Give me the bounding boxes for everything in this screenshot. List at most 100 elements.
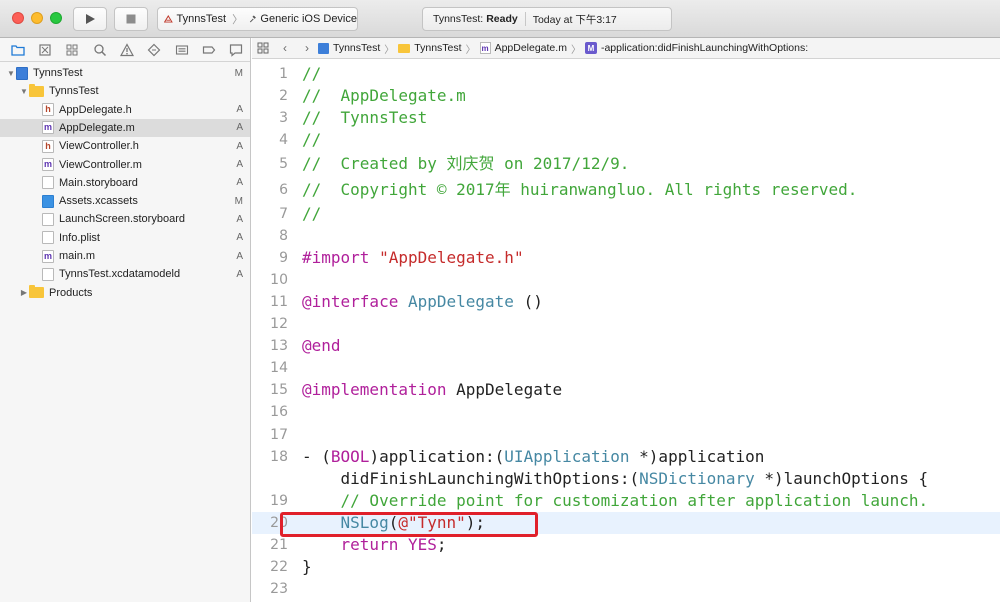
search-icon [93, 43, 106, 56]
crumb-method[interactable]: M -application:didFinishLaunchingWithOpt… [584, 42, 808, 54]
file-tree-item[interactable]: m ViewController.m A [0, 156, 250, 174]
code-text: // Copyright © 2017年 huiranwangluo. All … [302, 179, 857, 201]
tab-test-navigator[interactable] [141, 40, 168, 60]
code-line[interactable]: 3 // TynnsTest [252, 107, 1000, 129]
line-number[interactable]: 5 [252, 153, 288, 175]
file-tree-item[interactable]: ▼ TynnsTest [0, 82, 250, 100]
related-items-button[interactable] [252, 38, 274, 58]
line-number[interactable]: 10 [252, 269, 288, 291]
code-line[interactable]: 23 [252, 578, 1000, 600]
code-line[interactable]: 15 @implementation AppDelegate [252, 379, 1000, 401]
tab-issue-navigator[interactable] [113, 40, 140, 60]
line-number[interactable]: 14 [252, 357, 288, 379]
tab-debug-navigator[interactable] [168, 40, 195, 60]
crumb-file[interactable]: m AppDelegate.m [479, 42, 567, 54]
code-line[interactable]: 16 [252, 401, 1000, 423]
code-line[interactable]: 12 [252, 313, 1000, 335]
code-line[interactable]: 2 // AppDelegate.m [252, 85, 1000, 107]
back-button[interactable]: ‹ [274, 38, 296, 58]
code-line[interactable]: 19 // Override point for customization a… [252, 490, 1000, 512]
tab-source-control[interactable] [31, 40, 58, 60]
code-text: } [302, 556, 312, 578]
file-tree-item[interactable]: LaunchScreen.storyboard A [0, 210, 250, 228]
code-line[interactable]: 8 [252, 225, 1000, 247]
code-token: #import [302, 248, 370, 267]
file-tree-item[interactable]: h AppDelegate.h A [0, 101, 250, 119]
line-number[interactable]: 7 [252, 203, 288, 225]
disclosure-closed-icon[interactable]: ▶ [19, 288, 29, 297]
tab-find-navigator[interactable] [86, 40, 113, 60]
line-number[interactable]: 4 [252, 129, 288, 151]
tab-report-navigator[interactable] [223, 40, 250, 60]
file-tree-item[interactable]: Assets.xcassets M [0, 192, 250, 210]
file-tree-item[interactable]: ▶ Products [0, 284, 250, 302]
line-number[interactable]: 18 [252, 446, 288, 468]
line-number[interactable]: 6 [252, 179, 288, 201]
line-number[interactable]: 11 [252, 291, 288, 313]
file-tree-item[interactable]: ▼ TynnsTest M [0, 64, 250, 82]
code-line[interactable]: 11 @interface AppDelegate () [252, 291, 1000, 313]
status-project: TynnsTest: [433, 13, 484, 25]
stop-button[interactable] [114, 7, 148, 31]
code-line[interactable]: 1 // [252, 63, 1000, 85]
code-line[interactable]: 10 [252, 269, 1000, 291]
code-line[interactable]: 7 // [252, 203, 1000, 225]
line-number[interactable]: 21 [252, 534, 288, 556]
line-number[interactable]: 13 [252, 335, 288, 357]
file-tree-item[interactable]: Main.storyboard A [0, 174, 250, 192]
code-line[interactable]: 21 return YES; [252, 534, 1000, 556]
code-line[interactable]: didFinishLaunchingWithOptions:(NSDiction… [252, 468, 1000, 490]
code-line[interactable]: 17 [252, 424, 1000, 446]
zoom-window-button[interactable] [50, 12, 62, 24]
disclosure-open-icon[interactable]: ▼ [19, 87, 29, 96]
status-divider [524, 12, 526, 26]
line-number[interactable]: 2 [252, 85, 288, 107]
header-file-icon: h [42, 139, 54, 153]
line-number[interactable]: 1 [252, 63, 288, 85]
assets-icon [42, 194, 54, 208]
crumb-group[interactable]: TynnsTest [398, 42, 462, 54]
highlight-annotation [280, 512, 538, 537]
code-line[interactable]: 14 [252, 357, 1000, 379]
line-number[interactable]: 12 [252, 313, 288, 335]
code-text: @interface AppDelegate () [302, 291, 543, 313]
code-line[interactable]: 18 - (BOOL)application:(UIApplication *)a… [252, 446, 1000, 468]
line-number[interactable]: 9 [252, 247, 288, 269]
tab-symbol-navigator[interactable] [59, 40, 86, 60]
code-token: @interface [302, 292, 399, 311]
storyboard-icon [42, 212, 54, 226]
line-number[interactable]: 22 [252, 556, 288, 578]
file-tree-item[interactable]: Info.plist A [0, 229, 250, 247]
code-line[interactable]: 13 @end [252, 335, 1000, 357]
scm-status-badge: M [234, 67, 243, 79]
file-tree-label: Assets.xcassets [59, 195, 138, 208]
file-tree-item[interactable]: h ViewController.h A [0, 137, 250, 155]
forward-button[interactable]: › [296, 38, 318, 58]
file-tree-item[interactable]: m AppDelegate.m A [0, 118, 250, 137]
close-window-button[interactable] [12, 12, 24, 24]
code-line[interactable]: 4 // [252, 129, 1000, 151]
tab-project-navigator[interactable] [4, 40, 31, 60]
line-number[interactable]: 3 [252, 107, 288, 129]
code-line[interactable]: 22} [252, 556, 1000, 578]
toolbar: TynnsTest 〉 Generic iOS Device TynnsTest… [0, 0, 1000, 38]
line-number[interactable]: 23 [252, 578, 288, 600]
run-button[interactable] [73, 7, 107, 31]
code-token: "AppDelegate.h" [379, 248, 524, 267]
tab-breakpoint-navigator[interactable] [195, 40, 222, 60]
disclosure-open-icon[interactable]: ▼ [6, 69, 16, 78]
file-tree-item[interactable]: m main.m A [0, 247, 250, 265]
file-tree-item[interactable]: TynnsTest.xcdatamodeld A [0, 265, 250, 283]
minimize-window-button[interactable] [31, 12, 43, 24]
code-line[interactable]: 5 // Created by 刘庆贺 on 2017/12/9. [252, 153, 1000, 175]
file-tree-label: TynnsTest [49, 85, 99, 98]
line-number[interactable]: 8 [252, 225, 288, 247]
scheme-selector[interactable]: TynnsTest 〉 Generic iOS Device [157, 7, 358, 31]
line-number[interactable]: 15 [252, 379, 288, 401]
line-number[interactable]: 17 [252, 424, 288, 446]
crumb-project[interactable]: TynnsTest [318, 42, 380, 54]
code-line[interactable]: 9 #import "AppDelegate.h" [252, 247, 1000, 269]
code-line[interactable]: 6 // Copyright © 2017年 huiranwangluo. All… [252, 179, 1000, 201]
line-number[interactable]: 19 [252, 490, 288, 512]
line-number[interactable]: 16 [252, 401, 288, 423]
